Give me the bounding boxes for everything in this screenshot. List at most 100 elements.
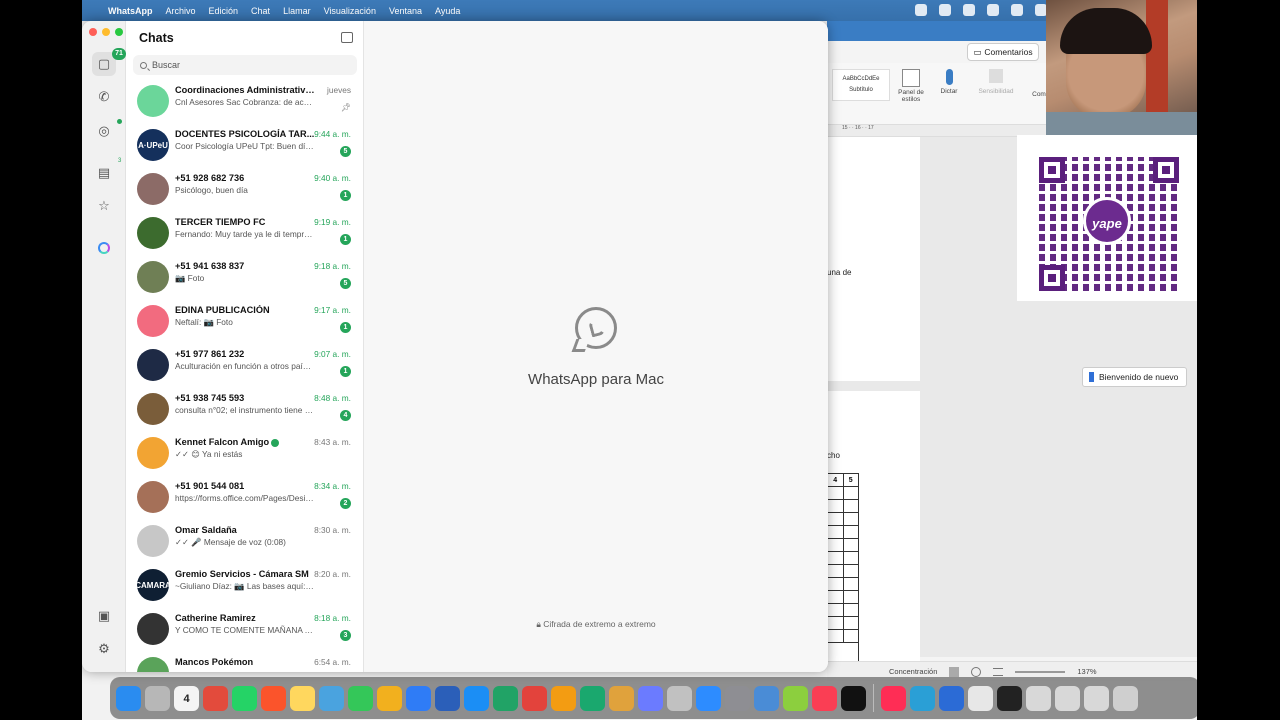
chat-list-item[interactable]: +51 941 638 837 📷 Foto 9:18 a. m. 5 [126,255,363,299]
dock-app-icon[interactable] [754,685,779,711]
dock-app-icon[interactable] [910,685,935,711]
dock-app-icon[interactable] [290,685,315,711]
rail-archived-button[interactable]: ▤ 3 [92,158,122,185]
chat-list-item[interactable]: EDINA PUBLICACIÓN Neftalí: 📷 Foto 9:17 a. … [126,299,363,343]
dock-app-icon[interactable] [319,685,344,711]
play-icon[interactable] [987,4,999,16]
screen-record-icon[interactable] [939,4,951,16]
rail-meta-ai-button[interactable] [92,236,116,260]
minimize-window-button[interactable] [102,28,110,36]
chat-list-item[interactable]: +51 938 745 593 consulta n°02; el instrum… [126,387,363,431]
document-page[interactable]: una de [827,137,920,381]
chat-list-item[interactable]: +51 928 682 736 Psicólogo, buen día 9:40 a… [126,167,363,211]
dock-app-icon[interactable] [1055,685,1080,711]
dock-app-icon[interactable] [1026,685,1051,711]
dock-app-icon[interactable] [725,685,750,711]
close-window-button[interactable] [89,28,97,36]
menu-visualizacion[interactable]: Visualización [324,6,376,16]
style-name: Subtítulo [849,87,873,93]
dock-app-icon[interactable] [881,685,906,711]
menu-archivo[interactable]: Archivo [166,6,196,16]
battery-icon[interactable] [1011,4,1023,16]
dock-app-icon[interactable] [116,685,141,711]
chat-list-item[interactable]: Kennet Falcon Amigo ✓✓ 😊 Ya ni estás 8:43 … [126,431,363,475]
rail-calls-button[interactable]: ✆ [92,85,116,109]
menu-chat[interactable]: Chat [251,6,270,16]
chat-list-item[interactable]: TERCER TIEMPO FC Fernando: Muy tarde ya l… [126,211,363,255]
dock-app-icon[interactable] [580,685,605,711]
calendar-app-icon[interactable]: 4 [174,685,199,711]
dictate-button[interactable]: Dictar [935,69,963,95]
dock-app-icon[interactable] [522,685,547,711]
dock-app-icon[interactable] [348,685,373,711]
chat-name: Kennet Falcon Amigo [175,437,270,447]
welcome-back-label: Bienvenido de nuevo [1099,372,1179,382]
outline-icon[interactable] [993,667,1004,676]
chat-list-item[interactable]: Mancos Pokémon 6:54 a. m. [126,651,363,672]
dock-app-icon[interactable] [939,685,964,711]
chat-list-item[interactable]: A·UPeU DOCENTES PSICOLOGÍA TAR... Coor Psi… [126,123,363,167]
dock-app-icon[interactable] [783,685,808,711]
menu-ayuda[interactable]: Ayuda [435,6,460,16]
rail-settings-button[interactable]: ⚙ [92,637,116,661]
dock-app-icon[interactable] [968,685,993,711]
comments-button[interactable]: ▭ Comentarios [967,43,1039,61]
dock-app-icon[interactable] [145,685,170,711]
avatar [137,437,169,469]
zoom-level[interactable]: 137% [1077,667,1096,676]
dock-app-icon[interactable] [667,685,692,711]
dock-app-icon[interactable] [812,685,837,711]
rail-status-button[interactable]: ◎ [92,119,122,143]
dock-app-icon[interactable] [1113,685,1138,711]
dock-app-icon[interactable] [203,685,228,711]
style-subtitle[interactable]: AaBbCcDdEe Subtítulo [832,69,890,101]
dock-app-icon[interactable] [609,685,634,711]
dock-app-icon[interactable] [464,685,489,711]
focus-mode[interactable]: Concentración [889,667,937,676]
print-layout-icon[interactable] [949,666,960,677]
web-layout-icon[interactable] [971,666,982,677]
chat-last-message: Cnl Asesores Sac Cobranza: de acuerdo [175,97,315,107]
dock-app-icon[interactable] [997,685,1022,711]
dock-app-icon[interactable] [493,685,518,711]
archived-count: 3 [118,158,122,164]
menu-app-name[interactable]: WhatsApp [108,6,153,16]
search-input[interactable]: Buscar [133,55,357,75]
dock-app-icon[interactable] [435,685,460,711]
new-chat-icon[interactable] [341,32,353,43]
dock-app-icon[interactable] [841,685,866,711]
dock-app-icon[interactable] [638,685,663,711]
dock-app-icon[interactable] [551,685,576,711]
styles-pane-button[interactable]: Panel de estilos [895,69,927,103]
menu-edicion[interactable]: Edición [209,6,239,16]
chat-list-item[interactable]: +51 977 861 232 Aculturación en función a… [126,343,363,387]
sensitivity-button[interactable]: Sensibilidad [973,69,1019,95]
chat-name: +51 938 745 593 [175,393,245,403]
whatsapp-window: ▢ 71 ✆ ◎ ▤ 3 ☆ ▣ ⚙ Chats Buscar Coordina… [82,21,828,672]
chat-list-item[interactable]: Catherine Ramirez Y COMO TE COMENTE MAÑAN… [126,607,363,651]
dock-app-icon[interactable] [696,685,721,711]
menu-ventana[interactable]: Ventana [389,6,422,16]
chat-time: 8:43 a. m. [314,437,351,447]
dock-app-icon[interactable] [406,685,431,711]
status-icon[interactable] [963,4,975,16]
chat-list-item[interactable]: Coordinaciones Administrativas... Cnl Ase… [126,79,363,123]
dock-app-icon[interactable] [232,685,257,711]
chat-list-item[interactable]: Omar Saldaña ✓✓ 🎤 Mensaje de voz (0:08) 8:… [126,519,363,563]
rail-media-button[interactable]: ▣ [92,604,116,628]
chat-list-item[interactable]: +51 901 544 081 https://forms.office.com/… [126,475,363,519]
welcome-back-tooltip[interactable]: Bienvenido de nuevo [1082,367,1187,387]
chat-name: +51 941 638 837 [175,261,245,271]
dock-app-icon[interactable] [261,685,286,711]
chat-list-item[interactable]: CAMARA Gremio Servicios - Cámara SM ~Giuli… [126,563,363,607]
document-table[interactable]: 4 5 [827,473,859,663]
status-icon[interactable] [915,4,927,16]
zoom-window-button[interactable] [115,28,123,36]
rail-starred-button[interactable]: ☆ [92,194,116,218]
dock-app-icon[interactable] [1084,685,1109,711]
qr-finder [1039,265,1065,291]
zoom-slider[interactable] [1015,670,1066,673]
dock-app-icon[interactable] [377,685,402,711]
rail-chats-button[interactable]: ▢ 71 [92,48,126,76]
menu-llamar[interactable]: Llamar [283,6,311,16]
